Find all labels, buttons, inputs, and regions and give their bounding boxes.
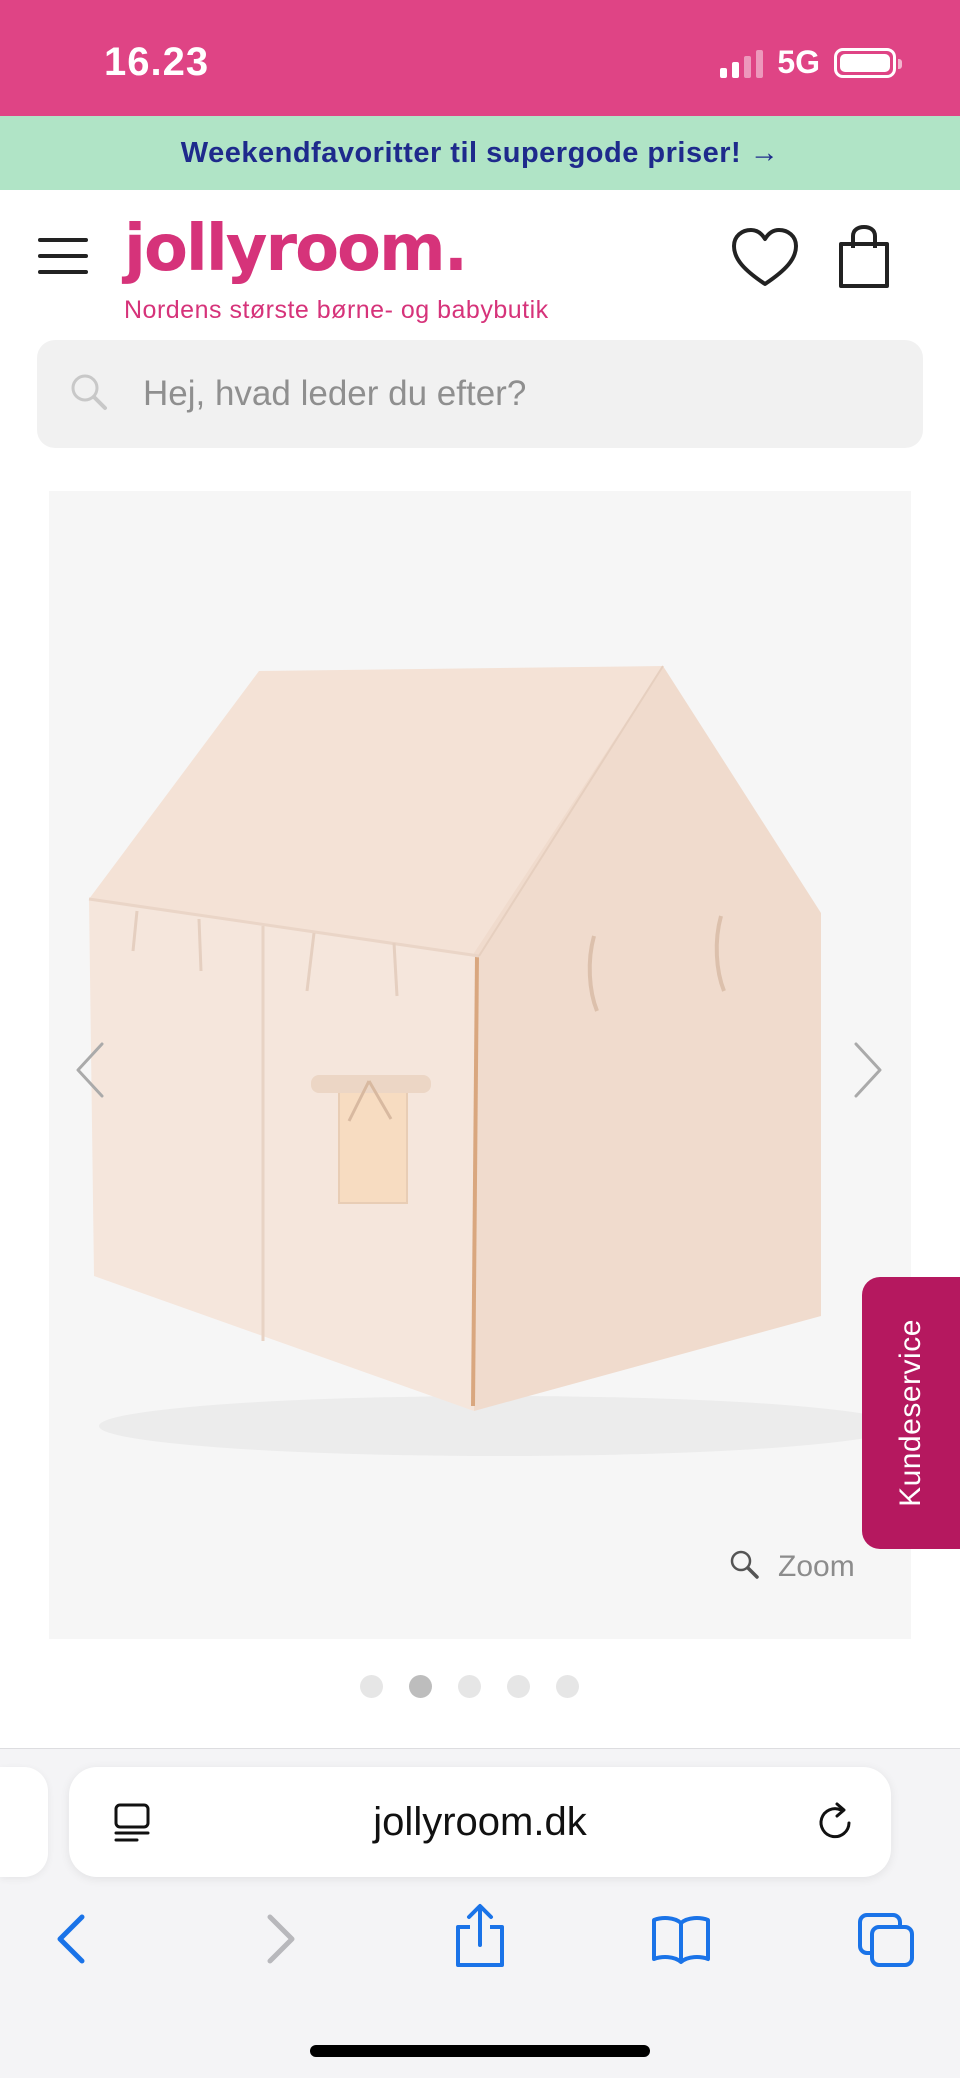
url-text[interactable]: jollyroom.dk	[69, 1767, 891, 1877]
site-logo[interactable]: jollyroom.	[124, 212, 468, 286]
shopping-bag-icon[interactable]	[836, 224, 892, 295]
battery-icon	[834, 47, 902, 78]
bookmarks-icon[interactable]	[650, 1913, 712, 1970]
status-time: 16.23	[104, 40, 210, 84]
back-icon[interactable]	[52, 1909, 92, 1974]
site-header: jollyroom. Nordens største børne- og bab…	[0, 190, 960, 340]
network-label: 5G	[777, 44, 820, 80]
promo-banner[interactable]: Weekendfavoritter til supergode priser! …	[0, 116, 960, 190]
zoom-icon	[728, 1548, 760, 1585]
customer-service-label: Kundeservice	[894, 1319, 927, 1507]
search-icon	[69, 372, 109, 417]
search-box	[37, 340, 923, 448]
gallery-prev-arrow-icon[interactable]	[72, 1040, 108, 1105]
reload-icon[interactable]	[815, 1801, 857, 1848]
home-indicator[interactable]	[310, 2045, 650, 2057]
hamburger-menu-icon[interactable]	[38, 238, 88, 274]
carousel-dot-active[interactable]	[408, 1675, 432, 1698]
browser-toolbar	[0, 1904, 960, 2009]
search-input[interactable]	[143, 340, 883, 448]
zoom-button[interactable]: Zoom	[728, 1548, 855, 1585]
share-icon[interactable]	[452, 1901, 508, 1976]
forward-icon[interactable]	[260, 1909, 300, 1974]
status-bar: 16.23 5G	[0, 0, 960, 116]
carousel-dot[interactable]	[457, 1675, 481, 1698]
browser-chrome: jollyroom.dk	[0, 1748, 960, 2078]
gallery-next-arrow-icon[interactable]	[850, 1040, 886, 1105]
product-gallery[interactable]	[49, 491, 911, 1639]
customer-service-tab[interactable]: Kundeservice	[862, 1277, 960, 1549]
carousel-dot[interactable]	[506, 1675, 530, 1698]
tabs-icon[interactable]	[856, 1911, 916, 1974]
address-bar[interactable]: jollyroom.dk	[69, 1767, 891, 1877]
previous-tab-preview[interactable]	[0, 1767, 48, 1877]
site-tagline: Nordens største børne- og babybutik	[124, 296, 549, 324]
signal-icon	[720, 48, 764, 78]
status-indicators: 5G	[720, 44, 902, 81]
product-image-play-tent[interactable]	[49, 491, 911, 1639]
carousel-dot[interactable]	[359, 1675, 383, 1698]
carousel-dot[interactable]	[555, 1675, 579, 1698]
promo-text[interactable]: Weekendfavoritter til supergode priser! …	[181, 137, 780, 170]
wishlist-heart-icon[interactable]	[730, 226, 800, 293]
carousel-pagination	[0, 1675, 960, 1698]
zoom-label: Zoom	[778, 1549, 855, 1583]
